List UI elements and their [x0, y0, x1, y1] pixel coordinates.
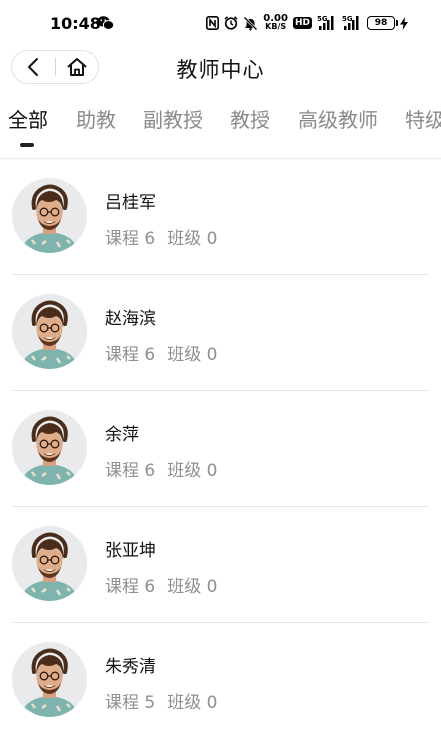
teacher-stats: 课程 6 班级 0 [105, 340, 217, 365]
teacher-list-item[interactable]: 张亚坤 课程 6 班级 0 [0, 507, 441, 623]
nfc-icon [206, 16, 220, 30]
wechat-icon [97, 16, 114, 30]
teacher-avatar [12, 642, 87, 717]
page-title: 教师中心 [176, 58, 265, 82]
class-count: 班级 0 [167, 461, 218, 481]
teacher-name: 吕桂军 [105, 193, 156, 213]
tab-teaching-assistant[interactable]: 助教 [76, 104, 116, 133]
status-bar: 10:48 0.00 KB/S HD 5G 5G 98 [0, 0, 441, 48]
tab-associate-professor[interactable]: 副教授 [143, 104, 203, 133]
teacher-avatar [12, 178, 87, 253]
class-count: 班级 0 [167, 693, 218, 713]
course-count: 课程 6 [105, 461, 156, 481]
teacher-list-item[interactable]: 余萍 课程 6 班级 0 [0, 391, 441, 507]
signal-label-1: 5G [317, 15, 328, 23]
class-count: 班级 0 [167, 345, 218, 365]
teacher-stats: 课程 6 班级 0 [105, 572, 217, 597]
course-count: 课程 6 [105, 345, 156, 365]
avatar-portrait-icon [12, 410, 87, 485]
status-time: 10:48 [50, 14, 101, 33]
network-speed: 0.00 KB/S [263, 14, 288, 31]
signal-label-2: 5G [342, 15, 353, 23]
teacher-stats: 课程 5 班级 0 [105, 688, 217, 713]
category-tabs: 全部 助教 副教授 教授 高级教师 特级 [0, 104, 441, 154]
teacher-name: 赵海滨 [105, 309, 156, 329]
teacher-list: 吕桂军 课程 6 班级 0 赵海滨 课程 6 班级 0 余萍 课程 6 班级 0… [0, 159, 441, 736]
alarm-icon [224, 16, 238, 30]
network-speed-unit: KB/S [265, 22, 287, 31]
class-count: 班级 0 [167, 229, 218, 249]
tab-senior-teacher[interactable]: 高级教师 [298, 104, 378, 133]
teacher-avatar [12, 410, 87, 485]
signal-5g-icon: 5G [317, 15, 334, 30]
mute-bell-icon [243, 16, 258, 30]
tab-professor[interactable]: 教授 [230, 104, 270, 133]
teacher-list-item[interactable]: 吕桂军 课程 6 班级 0 [0, 159, 441, 275]
tab-special-grade[interactable]: 特级 [405, 104, 441, 133]
avatar-portrait-icon [12, 178, 87, 253]
active-tab-indicator [20, 143, 34, 147]
teacher-list-item[interactable]: 朱秀清 课程 5 班级 0 [0, 623, 441, 736]
teacher-list-item[interactable]: 赵海滨 课程 6 班级 0 [0, 275, 441, 391]
avatar-portrait-icon [12, 526, 87, 601]
teacher-avatar [12, 526, 87, 601]
battery-indicator: 98 [367, 16, 398, 30]
teacher-stats: 课程 6 班级 0 [105, 224, 217, 249]
status-icons: 0.00 KB/S HD 5G 5G 98 [206, 12, 408, 34]
teacher-avatar [12, 294, 87, 369]
teacher-name: 朱秀清 [105, 657, 156, 677]
signal-5g-secondary-icon: 5G [342, 15, 359, 30]
avatar-portrait-icon [12, 642, 87, 717]
avatar-portrait-icon [12, 294, 87, 369]
charging-icon [400, 16, 408, 30]
teacher-center-screen: 10:48 0.00 KB/S HD 5G 5G 98 教师中心 全部 助教 副… [0, 0, 441, 736]
teacher-stats: 课程 6 班级 0 [105, 456, 217, 481]
course-count: 课程 5 [105, 693, 156, 713]
teacher-name: 张亚坤 [105, 541, 156, 561]
class-count: 班级 0 [167, 577, 218, 597]
teacher-name: 余萍 [105, 425, 139, 445]
tab-all[interactable]: 全部 [8, 104, 48, 133]
hd-badge: HD [292, 17, 312, 29]
course-count: 课程 6 [105, 229, 156, 249]
course-count: 课程 6 [105, 577, 156, 597]
